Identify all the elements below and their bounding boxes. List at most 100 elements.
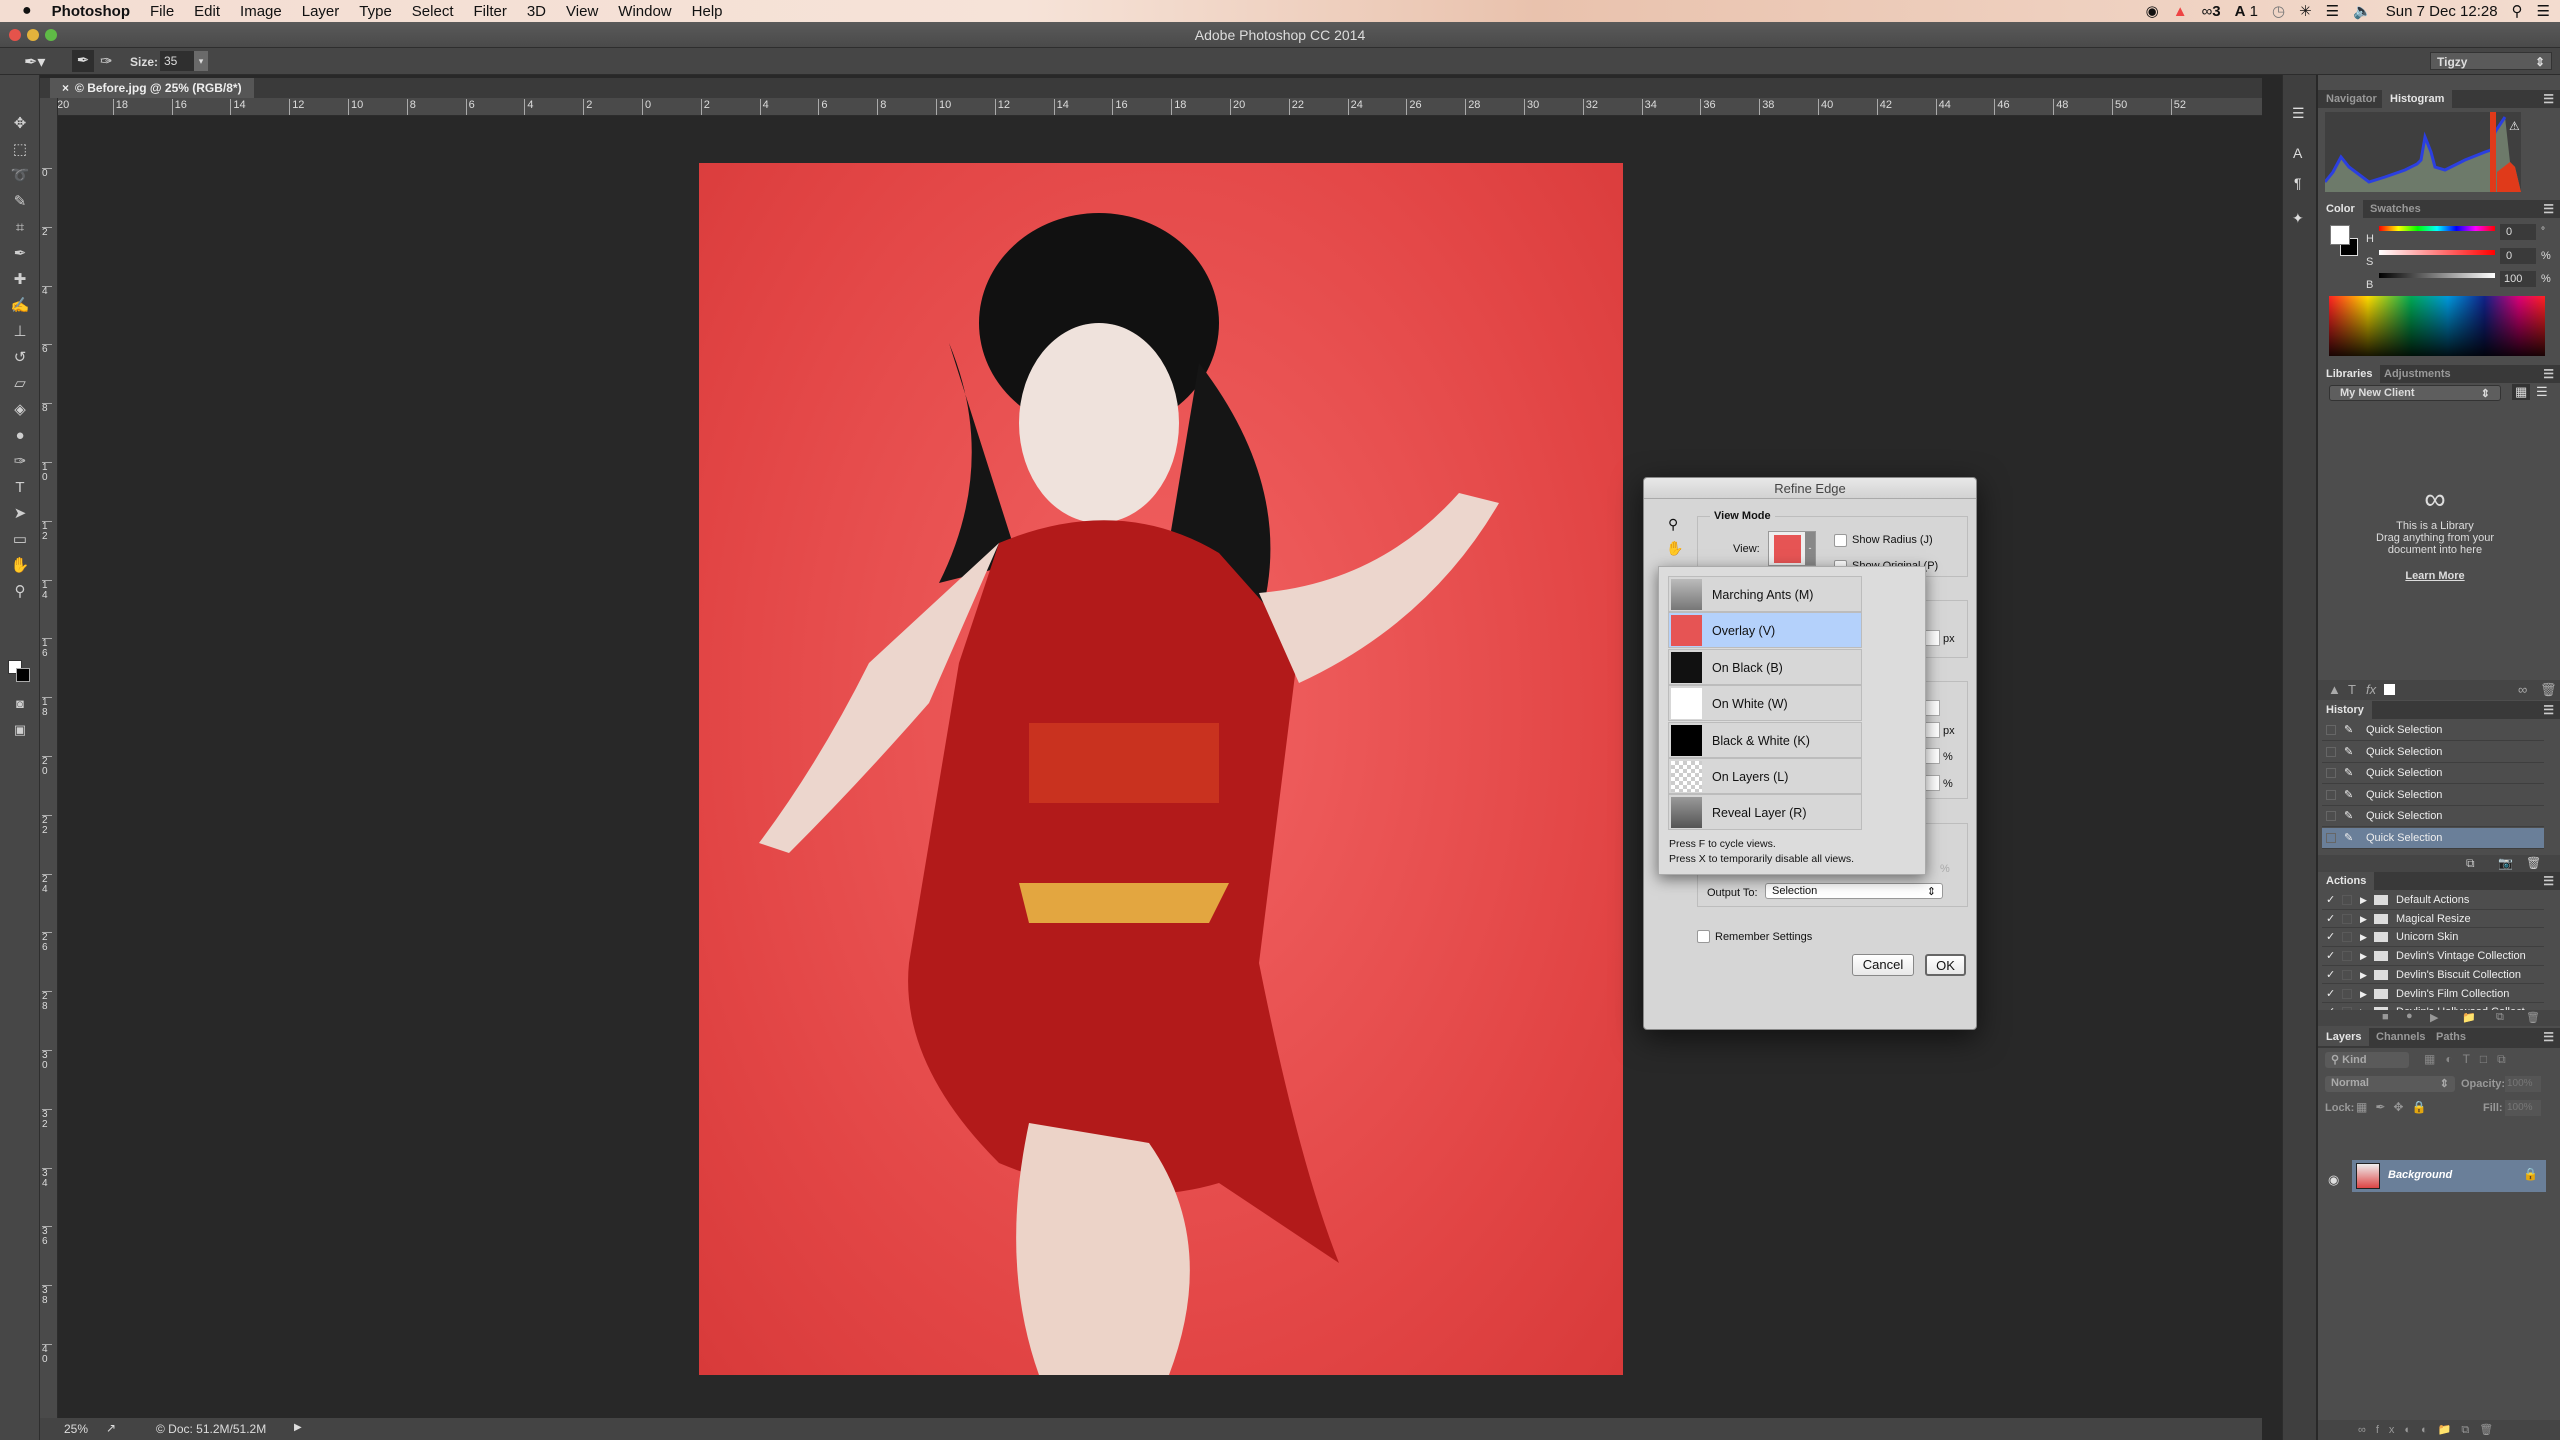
spotlight-icon[interactable]: ⚲: [2512, 2, 2523, 20]
checkmark-icon[interactable]: ✓: [2326, 928, 2335, 946]
tab-histogram[interactable]: Histogram: [2382, 90, 2453, 108]
menu-window[interactable]: Window: [608, 3, 681, 20]
tab-color[interactable]: Color: [2318, 200, 2363, 218]
ok-button[interactable]: OK: [1925, 954, 1966, 976]
eyedropper-tool-icon[interactable]: ✒: [0, 242, 40, 266]
layer-row-background[interactable]: Background 🔒: [2352, 1160, 2546, 1192]
layer-visibility-eye-icon[interactable]: ◉: [2328, 1172, 2339, 1188]
volume-icon[interactable]: 🔈: [2353, 2, 2372, 20]
add-layer-style-icon[interactable]: fx: [2366, 682, 2376, 697]
saturation-slider[interactable]: [2379, 250, 2495, 255]
brush-size-input[interactable]: 35: [160, 51, 194, 71]
marquee-tool-icon[interactable]: ⬚: [0, 138, 40, 162]
zoom-window-button[interactable]: [45, 29, 57, 41]
remember-settings-checkbox[interactable]: [1697, 930, 1710, 943]
history-state[interactable]: ✎ Quick Selection: [2322, 763, 2544, 784]
dialog-toggle-checkbox[interactable]: [2342, 913, 2352, 924]
menu-layer[interactable]: Layer: [292, 3, 350, 20]
hue-input[interactable]: 0: [2500, 224, 2536, 240]
clone-stamp-tool-icon[interactable]: ⊥: [0, 320, 40, 344]
dialog-toggle-checkbox[interactable]: [2342, 951, 2352, 962]
action-set[interactable]: ✓ ▶ Devlin's Vintage Collection: [2322, 947, 2544, 966]
history-source-checkbox[interactable]: [2326, 725, 2336, 735]
menu-file[interactable]: File: [140, 3, 184, 20]
panel-menu-icon[interactable]: ☰: [2543, 90, 2554, 108]
document-info[interactable]: © Doc: 51.2M/51.2M: [156, 1422, 266, 1436]
apple-menu-icon[interactable]: ●: [0, 2, 42, 20]
panel-menu-icon[interactable]: ☰: [2543, 701, 2554, 719]
dialog-toggle-checkbox[interactable]: [2342, 932, 2352, 943]
adobe-icon[interactable]: A 1: [2235, 3, 2258, 20]
menu-3d[interactable]: 3D: [517, 3, 556, 20]
history-state[interactable]: ✎ Quick Selection: [2322, 785, 2544, 806]
view-option[interactable]: On Black (B): [1668, 648, 1862, 685]
history-source-checkbox[interactable]: [2326, 832, 2336, 843]
checkmark-icon[interactable]: ✓: [2326, 985, 2335, 1003]
menu-help[interactable]: Help: [682, 3, 733, 20]
fill-input[interactable]: 100%: [2505, 1100, 2541, 1116]
view-select[interactable]: -: [1768, 531, 1816, 566]
snapshot-camera-icon[interactable]: 📷: [2498, 856, 2513, 870]
menu-photoshop[interactable]: Photoshop: [42, 3, 140, 20]
tab-layers[interactable]: Layers: [2318, 1028, 2370, 1046]
dodge-tool-icon[interactable]: ●: [0, 424, 40, 448]
crop-tool-icon[interactable]: ⌗: [0, 216, 40, 240]
history-state[interactable]: ✎ Quick Selection: [2322, 720, 2544, 741]
expand-arrow-icon[interactable]: ▶: [2360, 985, 2367, 1003]
menu-edit[interactable]: Edit: [184, 3, 230, 20]
panel-menu-icon[interactable]: ☰: [2543, 1028, 2554, 1046]
quick-selection-tool-preset-icon[interactable]: ✒▾: [24, 52, 45, 72]
view-option[interactable]: On White (W): [1668, 685, 1862, 722]
view-option[interactable]: Reveal Layer (R): [1668, 794, 1862, 831]
tab-navigator[interactable]: Navigator: [2318, 90, 2385, 108]
trash-icon[interactable]: 🗑: [2526, 1011, 2540, 1024]
subtract-selection-brush-icon[interactable]: ✑: [100, 52, 113, 70]
history-state[interactable]: ✎ Quick Selection: [2322, 806, 2544, 827]
history-source-checkbox[interactable]: [2326, 768, 2336, 778]
pen-tool-icon[interactable]: ✑: [0, 450, 40, 474]
menu-image[interactable]: Image: [230, 3, 292, 20]
brightness-slider[interactable]: [2379, 273, 2495, 278]
panel-menu-icon[interactable]: ☰: [2543, 872, 2554, 890]
paint-bucket-tool-icon[interactable]: ◈: [0, 398, 40, 422]
hue-slider[interactable]: [2379, 226, 2495, 231]
panel-menu-icon[interactable]: ☰: [2543, 200, 2554, 218]
minimize-window-button[interactable]: [27, 29, 39, 41]
action-set[interactable]: ✓ ▶ Default Actions: [2322, 891, 2544, 910]
view-option[interactable]: On Layers (L): [1668, 758, 1862, 794]
opacity-input[interactable]: 100%: [2505, 1076, 2541, 1092]
time-machine-icon[interactable]: ◷: [2272, 2, 2285, 20]
history-source-checkbox[interactable]: [2326, 746, 2336, 757]
checkmark-icon[interactable]: ✓: [2326, 947, 2335, 965]
history-state[interactable]: ✎ Quick Selection: [2322, 742, 2544, 763]
layer-filter-select[interactable]: ⚲ Kind: [2325, 1052, 2409, 1068]
document-tab[interactable]: × © Before.jpg @ 25% (RGB/8*): [50, 78, 254, 98]
saturation-input[interactable]: 0: [2500, 248, 2536, 264]
healing-brush-tool-icon[interactable]: ✚: [0, 268, 40, 292]
brush-tool-icon[interactable]: ✍: [0, 294, 40, 318]
share-icon[interactable]: ↗: [106, 1421, 116, 1435]
action-set[interactable]: ✓ ▶ Magical Resize: [2322, 910, 2544, 929]
history-source-checkbox[interactable]: [2326, 789, 2336, 800]
checkmark-icon[interactable]: ✓: [2326, 966, 2335, 984]
view-option[interactable]: Overlay (V): [1668, 612, 1862, 649]
dialog-toggle-checkbox[interactable]: [2342, 969, 2352, 980]
vlc-icon[interactable]: ▲: [2173, 3, 2188, 20]
notification-center-icon[interactable]: ☰: [2537, 2, 2550, 20]
output-to-select[interactable]: Selection ⇕: [1765, 883, 1943, 899]
grid-view-icon[interactable]: ▦: [2512, 384, 2531, 400]
new-selection-brush-icon[interactable]: ✒: [72, 50, 94, 72]
menu-select[interactable]: Select: [402, 3, 464, 20]
history-brush-tool-icon[interactable]: ↺: [0, 346, 40, 370]
move-tool-icon[interactable]: ✥: [0, 112, 40, 136]
record-icon[interactable]: ●: [2406, 1010, 2413, 1022]
dialog-toggle-checkbox[interactable]: [2342, 895, 2352, 905]
quick-mask-icon[interactable]: ◙: [0, 692, 40, 716]
menu-view[interactable]: View: [556, 3, 608, 20]
new-set-folder-icon[interactable]: 📁: [2462, 1011, 2476, 1024]
eraser-tool-icon[interactable]: ▱: [0, 372, 40, 396]
tab-paths[interactable]: Paths: [2428, 1028, 2474, 1046]
blend-mode-select[interactable]: Normal ⇕: [2325, 1076, 2455, 1092]
add-color-icon[interactable]: [2384, 684, 2395, 695]
library-select[interactable]: My New Client ⇕: [2329, 385, 2501, 401]
